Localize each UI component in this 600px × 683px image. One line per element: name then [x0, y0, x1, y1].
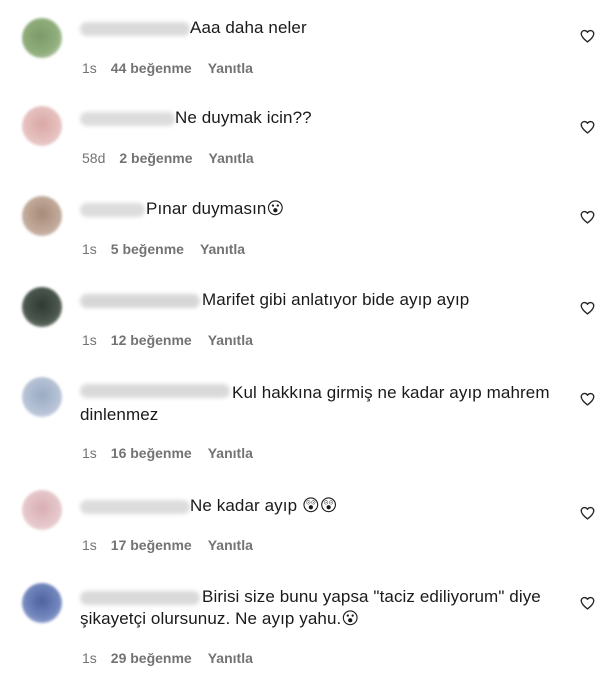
comment-meta: 1s 5 beğenme Yanıtla: [82, 241, 245, 257]
reply-button[interactable]: Yanıtla: [208, 60, 253, 76]
avatar[interactable]: [22, 583, 62, 623]
comment-time: 1s: [82, 445, 97, 461]
comment-time: 1s: [82, 650, 97, 666]
comment-meta: 1s 12 beğenme Yanıtla: [82, 332, 253, 348]
heart-icon[interactable]: [580, 120, 595, 134]
like-count[interactable]: 44 beğenme: [111, 60, 192, 76]
like-count[interactable]: 16 beğenme: [111, 445, 192, 461]
reply-button[interactable]: Yanıtla: [208, 332, 253, 348]
comment-text: Ne duymak icin??: [175, 108, 312, 127]
like-count[interactable]: 12 beğenme: [111, 332, 192, 348]
comment-meta: 1s 44 beğenme Yanıtla: [82, 60, 253, 76]
heart-icon[interactable]: [580, 210, 595, 224]
heart-icon[interactable]: [580, 301, 595, 315]
avatar[interactable]: [22, 106, 62, 146]
comment-meta: 1s 29 beğenme Yanıtla: [82, 650, 253, 666]
comment-meta: 58d 2 beğenme Yanıtla: [82, 150, 254, 166]
comment-time: 1s: [82, 60, 97, 76]
like-count[interactable]: 2 beğenme: [119, 150, 192, 166]
comment-list: Aaa daha neler 1s 44 beğenme Yanıtla Ne du…: [0, 0, 600, 683]
comment-text: Aaa daha neler: [190, 18, 307, 37]
heart-icon[interactable]: [580, 596, 595, 610]
like-count[interactable]: 17 beğenme: [111, 537, 192, 553]
avatar[interactable]: [22, 377, 62, 417]
comment-text: Pınar duymasın😮: [146, 199, 285, 218]
reply-button[interactable]: Yanıtla: [209, 150, 254, 166]
comment-time: 1s: [82, 332, 97, 348]
comment-meta: 1s 16 beğenme Yanıtla: [82, 445, 253, 461]
heart-icon[interactable]: [580, 506, 595, 520]
reply-button[interactable]: Yanıtla: [208, 650, 253, 666]
comment-text: Birisi size bunu yapsa "taciz ediliyorum…: [80, 587, 541, 628]
heart-icon[interactable]: [580, 392, 595, 406]
comment-meta: 1s 17 beğenme Yanıtla: [82, 537, 253, 553]
avatar[interactable]: [22, 196, 62, 236]
comment-time: 58d: [82, 150, 106, 166]
reply-button[interactable]: Yanıtla: [200, 241, 245, 257]
heart-icon[interactable]: [580, 29, 595, 43]
avatar[interactable]: [22, 490, 62, 530]
avatar[interactable]: [22, 287, 62, 327]
like-count[interactable]: 5 beğenme: [111, 241, 184, 257]
reply-button[interactable]: Yanıtla: [208, 445, 253, 461]
reply-button[interactable]: Yanıtla: [208, 537, 253, 553]
like-count[interactable]: 29 beğenme: [111, 650, 192, 666]
comment-text: Ne kadar ayıp 😲😲: [190, 496, 338, 515]
comment-text: Marifet gibi anlatıyor bide ayıp ayıp: [202, 290, 470, 309]
comment-text: Kul hakkına girmiş ne kadar ayıp mahrem …: [80, 383, 550, 424]
avatar[interactable]: [22, 18, 62, 58]
comment-time: 1s: [82, 537, 97, 553]
comment-time: 1s: [82, 241, 97, 257]
